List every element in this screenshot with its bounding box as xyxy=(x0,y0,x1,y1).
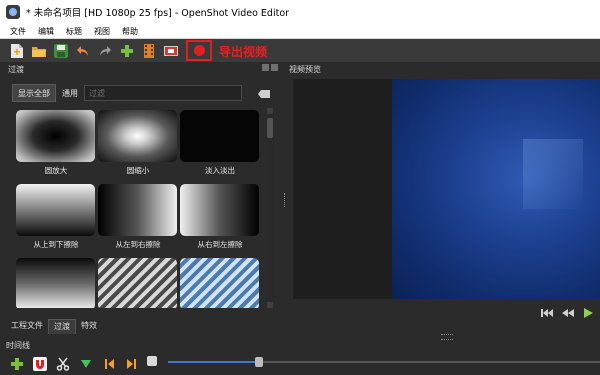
transition-thumbnail-stripes-gray[interactable] xyxy=(98,258,177,308)
next-marker-button[interactable] xyxy=(125,357,139,371)
redo-icon xyxy=(100,45,111,55)
transition-label: 圆放大 xyxy=(44,166,68,175)
window-title: * 未命名项目 [HD 1080p 25 fps] - OpenShot Vid… xyxy=(26,8,290,19)
add-marker-button[interactable] xyxy=(79,357,93,371)
transition-label: 淡入淡出 xyxy=(205,166,235,175)
menu-bar: 文件 编辑 标题 视图 帮助 xyxy=(0,24,600,39)
export-video-button[interactable] xyxy=(186,40,212,61)
folder-icon xyxy=(32,46,46,57)
panel-splitter[interactable] xyxy=(284,193,288,207)
snap-button[interactable] xyxy=(33,356,47,371)
menu-file[interactable]: 文件 xyxy=(10,26,26,37)
transitions-filter-bar: 显示全部 通用 xyxy=(12,84,272,102)
close-panel-icon[interactable] xyxy=(271,64,278,71)
undo-button[interactable] xyxy=(74,42,92,60)
menu-view[interactable]: 视图 xyxy=(94,26,110,37)
timeline-title: 时间线 xyxy=(6,341,30,350)
timeline-toolbar xyxy=(0,352,600,375)
menu-help[interactable]: 帮助 xyxy=(122,26,138,37)
marker-icon xyxy=(81,359,91,368)
app-icon xyxy=(6,5,20,19)
transition-thumbnail-wipe-bottom-top[interactable] xyxy=(16,258,95,308)
choose-profile-button[interactable] xyxy=(140,42,158,60)
scrollbar-thumb[interactable] xyxy=(267,118,273,138)
next-marker-icon xyxy=(127,358,136,369)
transition-thumbnail-wipe-left-right[interactable] xyxy=(98,184,177,236)
razor-button[interactable] xyxy=(56,357,70,371)
tab-project-files[interactable]: 工程文件 xyxy=(6,319,48,333)
tab-effects[interactable]: 特效 xyxy=(76,319,102,333)
filter-input[interactable] xyxy=(84,85,242,101)
record-icon xyxy=(193,45,205,56)
tab-transitions[interactable]: 过渡 xyxy=(48,319,76,334)
preview-panel-title: 视频预览 xyxy=(289,64,321,74)
export-video-label: 导出视频 xyxy=(219,45,268,59)
plus-icon xyxy=(121,44,133,57)
fullscreen-button[interactable] xyxy=(162,42,180,60)
save-icon xyxy=(54,43,68,58)
magnet-icon xyxy=(36,359,44,369)
transition-label: 从上到下擦除 xyxy=(33,240,79,249)
transition-label: 从右到左擦除 xyxy=(197,240,243,249)
play-button[interactable] xyxy=(582,307,596,319)
scissors-icon xyxy=(56,357,70,371)
zoom-slider-track-filled[interactable] xyxy=(168,361,260,363)
common-filter-label[interactable]: 通用 xyxy=(62,88,78,99)
undo-icon xyxy=(77,45,88,55)
monitor-icon xyxy=(164,45,178,56)
add-files-button[interactable] xyxy=(118,42,136,60)
transitions-grid: 圆放大 圆缩小 淡入淡出 从上到下擦除 从左到右擦除 从右到左擦除 xyxy=(14,108,264,308)
skip-back-icon xyxy=(541,309,553,317)
transition-thumbnail-fade[interactable] xyxy=(180,110,259,162)
rewind-icon xyxy=(562,309,574,317)
float-panel-icon[interactable] xyxy=(262,64,269,71)
plus-icon xyxy=(11,357,23,370)
film-strip-icon xyxy=(144,43,154,58)
transition-thumbnail-wipe-top-bottom[interactable] xyxy=(16,184,95,236)
zoom-slider-track[interactable] xyxy=(260,361,600,363)
title-bar: * 未命名项目 [HD 1080p 25 fps] - OpenShot Vid… xyxy=(0,0,600,24)
transition-label: 圆缩小 xyxy=(126,166,150,175)
dock-resize-handle[interactable] xyxy=(441,334,453,340)
zoom-icon xyxy=(147,356,157,366)
menu-edit[interactable]: 编辑 xyxy=(38,26,54,37)
transition-thumbnail-stripes-blue[interactable] xyxy=(180,258,259,308)
add-track-button[interactable] xyxy=(10,357,24,371)
transitions-scrollbar[interactable] xyxy=(266,108,274,308)
menu-title[interactable]: 标题 xyxy=(66,26,82,37)
zoom-slider-handle[interactable] xyxy=(255,357,263,367)
main-toolbar xyxy=(0,39,600,62)
preview-highlight xyxy=(523,139,583,209)
rewind-button[interactable] xyxy=(561,307,575,319)
new-file-icon xyxy=(11,43,23,58)
video-preview-area xyxy=(293,79,600,299)
transitions-panel-title: 过渡 xyxy=(8,64,24,74)
transition-thumbnail-circle-out[interactable] xyxy=(98,110,177,162)
dock-controls xyxy=(262,64,280,72)
scroll-up-icon[interactable] xyxy=(267,108,273,114)
open-project-button[interactable] xyxy=(30,42,48,60)
transition-label: 从左到右擦除 xyxy=(115,240,161,249)
previous-marker-icon xyxy=(105,358,114,369)
save-project-button[interactable] xyxy=(52,42,70,60)
redo-button[interactable] xyxy=(96,42,114,60)
jump-start-button[interactable] xyxy=(540,307,554,319)
transition-thumbnail-circle-in[interactable] xyxy=(16,110,95,162)
transition-thumbnail-wipe-right-left[interactable] xyxy=(180,184,259,236)
new-project-button[interactable] xyxy=(8,42,26,60)
previous-marker-button[interactable] xyxy=(102,357,116,371)
panel-tabs: 工程文件 过渡 特效 xyxy=(6,319,102,334)
show-all-button[interactable]: 显示全部 xyxy=(12,84,56,102)
scroll-down-icon[interactable] xyxy=(267,302,273,308)
play-icon xyxy=(584,308,593,318)
